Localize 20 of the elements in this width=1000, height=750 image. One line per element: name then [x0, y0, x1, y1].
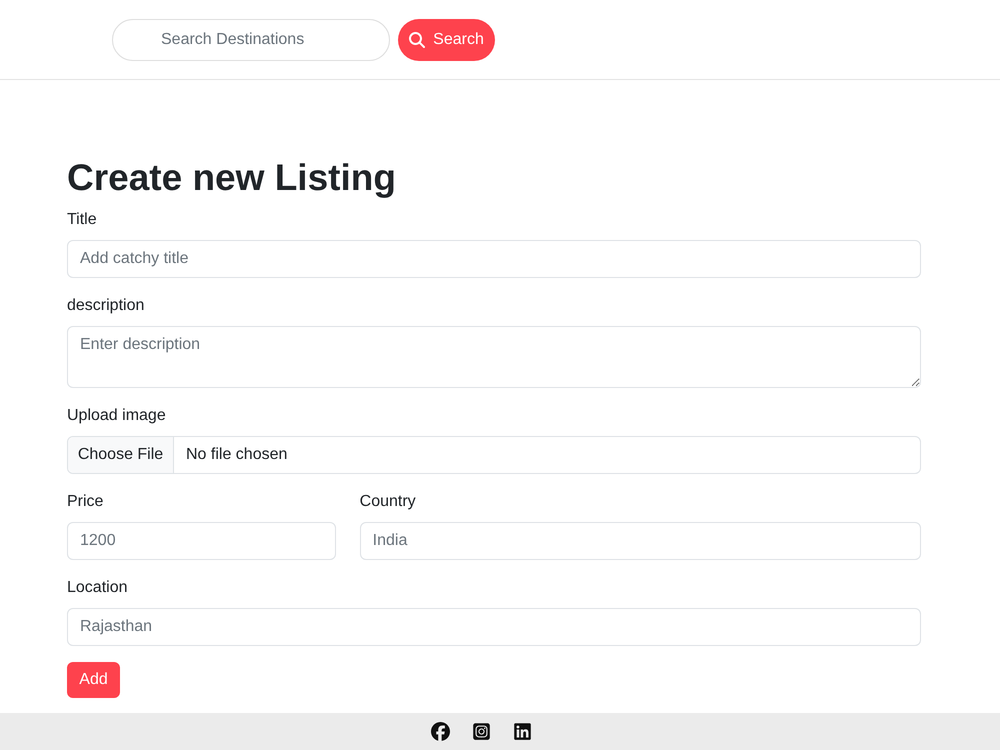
field-label: Location — [67, 578, 128, 598]
text-input[interactable]: Add catchy title — [67, 240, 921, 278]
description-textarea[interactable]: Enter description — [67, 326, 921, 388]
text-input[interactable]: Rajasthan — [67, 608, 921, 646]
file-input[interactable]: Choose File No file chosen — [67, 436, 921, 474]
text-input[interactable]: India — [360, 522, 921, 560]
search-icon — [409, 32, 426, 48]
field-label: Price — [67, 492, 104, 512]
file-status-text: No file chosen — [186, 445, 288, 466]
field-label: description — [67, 296, 144, 316]
linkedin-icon[interactable] — [512, 722, 532, 741]
choose-file-button[interactable]: Choose File — [68, 437, 174, 474]
field-label: Title — [67, 210, 97, 230]
instagram-icon[interactable] — [472, 722, 490, 741]
facebook-icon[interactable] — [430, 722, 450, 741]
text-input[interactable]: 1200 — [67, 522, 336, 560]
field-label: Upload image — [67, 406, 166, 426]
field-label: Country — [360, 492, 416, 512]
page-heading: Create new Listing — [67, 156, 397, 200]
search-field[interactable]: Search Destinations — [112, 18, 390, 60]
